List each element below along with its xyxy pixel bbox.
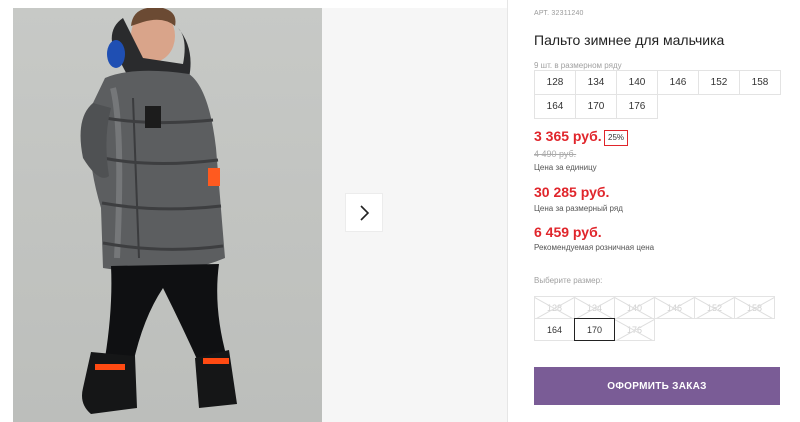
size-option: 158	[734, 296, 775, 319]
size-row-cell: 140	[616, 70, 658, 95]
unit-price: 3 365 руб.	[534, 128, 602, 144]
size-option: 134	[574, 296, 615, 319]
size-row-cell: 158	[739, 70, 781, 95]
discount-badge: 25%	[604, 130, 629, 146]
size-picker: 128 134 140 146 152 158 164 170 176	[534, 296, 781, 341]
size-row-cell: 164	[534, 94, 576, 119]
chevron-right-icon	[360, 204, 370, 221]
size-row-count: 9 шт. в размерном ряду	[534, 61, 622, 70]
retail-price-label: Рекомендуемая розничная цена	[534, 243, 655, 252]
choose-size-label: Выберите размер:	[534, 276, 603, 285]
boy-in-coat-image	[80, 8, 237, 414]
product-title: Пальто зимнее для мальчика	[534, 32, 725, 48]
place-order-button[interactable]: ОФОРМИТЬ ЗАКАЗ	[534, 367, 780, 405]
product-gallery	[0, 0, 508, 422]
size-row-grid: 128 134 140 146 152 158 164 170 176	[534, 70, 781, 119]
size-option: 176	[614, 318, 655, 341]
column-divider	[507, 0, 508, 422]
size-option: 146	[654, 296, 695, 319]
size-option: 128	[534, 296, 575, 319]
retail-price: 6 459 руб.	[534, 224, 602, 240]
size-row-cell: 134	[575, 70, 617, 95]
size-row-cell: 128	[534, 70, 576, 95]
product-photo	[13, 8, 322, 422]
size-option[interactable]: 164	[534, 318, 575, 341]
size-row-cell: 176	[616, 94, 658, 119]
size-row-price-label: Цена за размерный ряд	[534, 204, 623, 213]
size-row-price: 30 285 руб.	[534, 184, 610, 200]
product-info: АРТ. 32311240 Пальто зимнее для мальчика…	[534, 0, 800, 422]
size-row-cell: 146	[657, 70, 699, 95]
size-option-selected[interactable]: 170	[574, 318, 615, 341]
size-row-cell: 152	[698, 70, 740, 95]
gallery-next-button[interactable]	[345, 193, 383, 232]
size-option: 152	[694, 296, 735, 319]
size-row-cell: 170	[575, 94, 617, 119]
unit-price-label: Цена за единицу	[534, 163, 597, 172]
article-number: АРТ. 32311240	[534, 10, 584, 17]
size-option: 140	[614, 296, 655, 319]
old-price: 4 490 руб.	[534, 149, 577, 159]
